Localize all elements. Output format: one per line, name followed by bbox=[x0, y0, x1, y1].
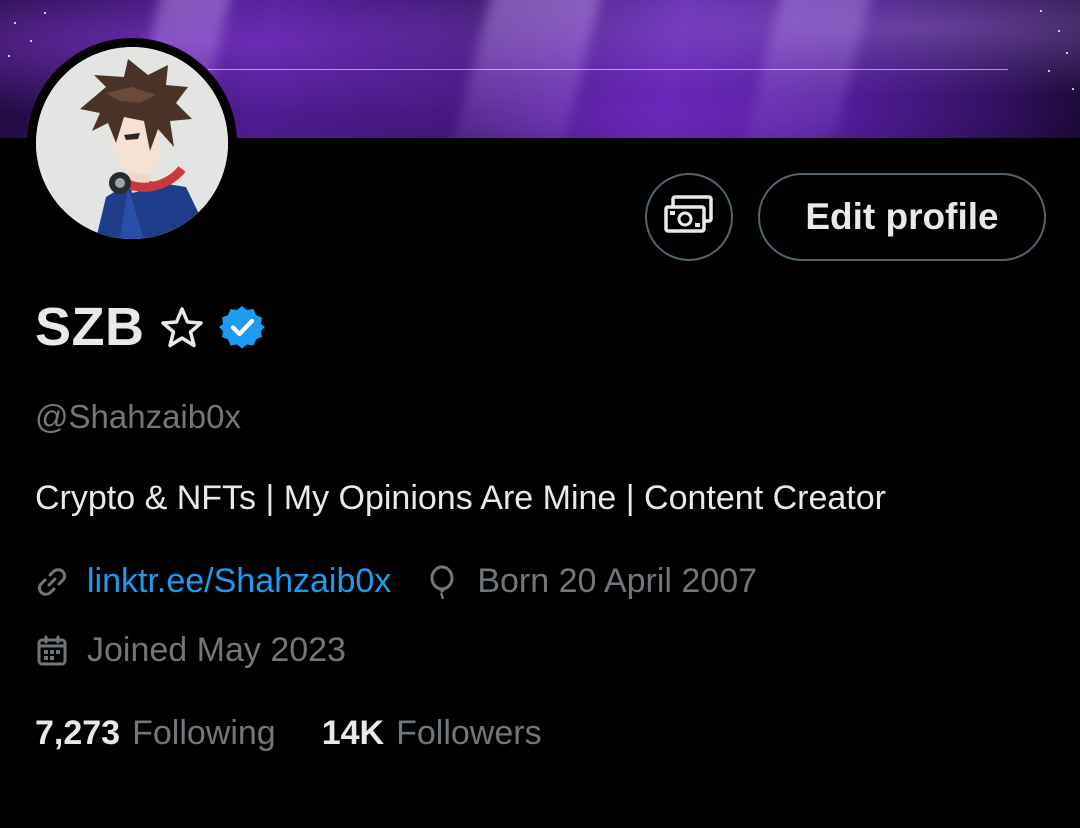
avatar-illustration bbox=[36, 47, 228, 239]
profile-meta-row: Joined May 2023 bbox=[35, 631, 346, 670]
profile-page: Edit profile SZB @Shahzaib0x Crypto & NF… bbox=[0, 0, 1080, 828]
followers-count: 14K bbox=[321, 714, 385, 752]
banner-sparkle bbox=[1072, 88, 1074, 90]
profile-bio: Crypto & NFTs | My Opinions Are Mine | C… bbox=[35, 479, 886, 517]
verified-badge-icon[interactable] bbox=[218, 304, 265, 350]
follow-stats: 7,273 Following 14K Followers bbox=[35, 714, 542, 753]
balloon-icon bbox=[425, 565, 459, 599]
banner-sparkle bbox=[44, 12, 46, 14]
following-count: 7,273 bbox=[35, 714, 121, 752]
money-icon bbox=[663, 194, 715, 240]
banner-sparkle bbox=[14, 22, 16, 24]
profile-handle: @Shahzaib0x bbox=[35, 398, 241, 435]
avatar-border bbox=[27, 38, 237, 248]
following-label: Following bbox=[132, 714, 276, 752]
profile-meta-row: linktr.ee/Shahzaib0x Born 20 April 2007 bbox=[35, 562, 757, 601]
edit-profile-button[interactable]: Edit profile bbox=[758, 173, 1046, 261]
banner-sparkle bbox=[1040, 10, 1042, 12]
banner-sparkle bbox=[30, 40, 32, 42]
banner-horizon-line bbox=[208, 69, 1008, 70]
name-row: SZB bbox=[35, 294, 265, 360]
calendar-icon bbox=[35, 634, 69, 668]
star-outline-icon bbox=[159, 305, 205, 349]
tip-button[interactable] bbox=[645, 173, 733, 261]
followers-stat[interactable]: 14K Followers bbox=[322, 714, 542, 753]
banner-sparkle bbox=[1066, 52, 1068, 54]
followers-label: Followers bbox=[396, 714, 542, 752]
joined-date: Joined May 2023 bbox=[87, 631, 346, 669]
banner-sparkle bbox=[1058, 30, 1060, 32]
website-link[interactable]: linktr.ee/Shahzaib0x bbox=[87, 562, 391, 601]
link-icon bbox=[35, 565, 69, 599]
banner-sparkle bbox=[1048, 70, 1050, 72]
birthday: Born 20 April 2007 bbox=[425, 562, 757, 601]
avatar[interactable] bbox=[36, 47, 228, 239]
following-stat[interactable]: 7,273 Following bbox=[35, 714, 276, 753]
display-name: SZB bbox=[35, 297, 145, 357]
birthday-text: Born 20 April 2007 bbox=[477, 562, 758, 600]
banner-sparkle bbox=[8, 55, 10, 57]
